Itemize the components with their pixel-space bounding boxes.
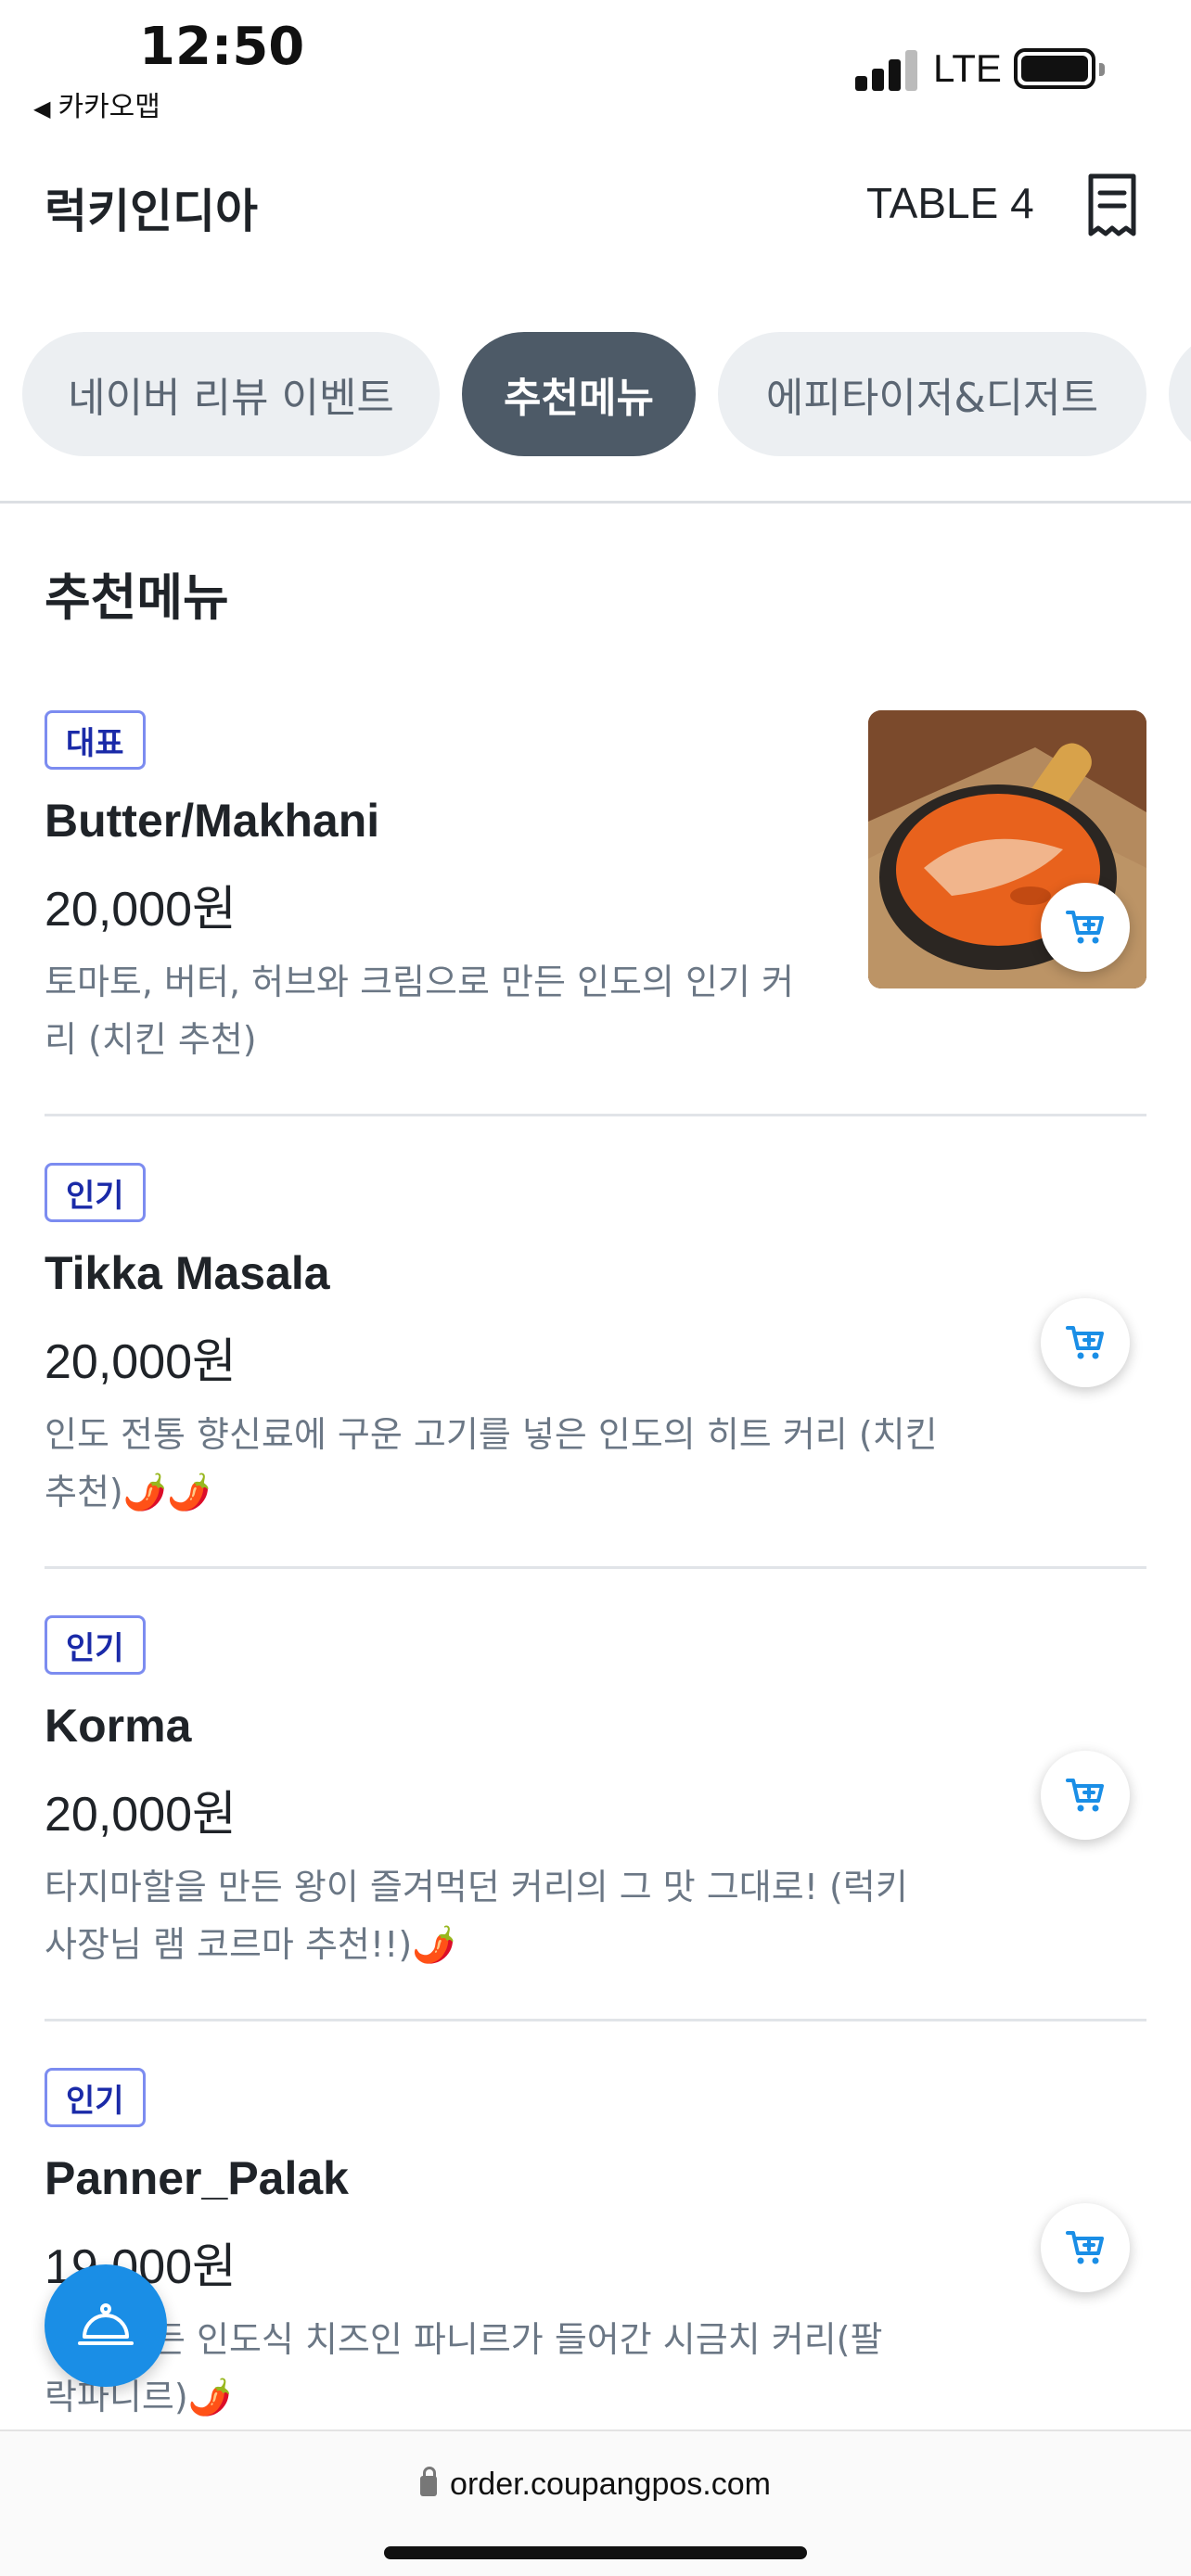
item-name: Panner_Palak	[45, 2152, 349, 2204]
item-name: Butter/Makhani	[45, 795, 380, 847]
lock-icon	[420, 2467, 438, 2496]
back-to-app-link[interactable]: ◀ 카카오맵	[33, 83, 160, 124]
item-price: 20,000원	[45, 1788, 237, 1842]
browser-address-bar[interactable]: order.coupangpos.com	[0, 2429, 1191, 2576]
add-to-cart-button[interactable]	[1041, 2203, 1130, 2292]
item-price: 20,000원	[45, 883, 237, 937]
receipt-icon[interactable]	[1083, 172, 1141, 239]
item-badge: 대표	[45, 710, 146, 770]
status-time: 12:50	[139, 17, 305, 77]
menu-item-butter-makhani[interactable]: 대표 Butter/Makhani 20,000원 토마토, 버터, 허브와 크…	[45, 710, 1146, 1116]
battery-icon	[1014, 48, 1105, 89]
tab-recommended[interactable]: 추천메뉴	[462, 332, 696, 456]
call-staff-button[interactable]	[45, 2264, 167, 2387]
item-name: Korma	[45, 1700, 192, 1752]
table-label: TABLE 4	[866, 179, 1034, 227]
menu-item-panner-palak[interactable]: 인기 Panner_Palak 19,000원 직접 만든 인도식 치즈인 파니…	[45, 2068, 1146, 2429]
item-description-line2: 리 (치킨 추천)	[45, 1019, 257, 1060]
add-to-cart-button[interactable]	[1041, 1298, 1130, 1387]
item-description-line2: 추천)🌶️🌶️	[45, 1472, 211, 1512]
item-badge: 인기	[45, 1615, 146, 1675]
item-description-line1: 타지마할을 만든 왕이 즐겨먹던 커리의 그 맛 그대로! (럭키	[45, 1867, 908, 1907]
store-name: 럭키인디아	[45, 185, 258, 238]
menu-item-tikka-masala[interactable]: 인기 Tikka Masala 20,000원 인도 전통 향신료에 구운 고기…	[45, 1163, 1146, 1569]
cart-plus-icon	[1066, 2231, 1104, 2264]
url-text: order.coupangpos.com	[450, 2467, 771, 2502]
item-name: Tikka Masala	[45, 1247, 330, 1299]
back-app-label: 카카오맵	[58, 91, 160, 123]
tab-naver-review-event[interactable]: 네이버 리뷰 이벤트	[22, 332, 440, 456]
food-image[interactable]	[868, 710, 1146, 988]
cart-plus-icon	[1066, 1779, 1104, 1812]
status-bar: 12:50 ◀ 카카오맵 LTE	[0, 0, 1191, 130]
tabs-divider	[0, 501, 1191, 504]
cart-plus-icon	[1066, 911, 1104, 944]
item-description-line1: 인도 전통 향신료에 구운 고기를 넣은 인도의 히트 커리 (치킨	[45, 1414, 938, 1455]
back-triangle-icon: ◀	[33, 96, 51, 121]
network-type: LTE	[933, 46, 1002, 90]
add-to-cart-button[interactable]	[1041, 1751, 1130, 1840]
item-description-line1: 토마토, 버터, 허브와 크림으로 만든 인도의 인기 커	[45, 962, 794, 1002]
tab-next-partial[interactable]	[1169, 332, 1191, 456]
item-badge: 인기	[45, 2068, 146, 2127]
cart-plus-icon	[1066, 1326, 1104, 1359]
home-indicator[interactable]	[384, 2546, 807, 2559]
add-to-cart-button[interactable]	[1041, 883, 1130, 972]
item-description-line1: 직접 만든 인도식 치즈인 파니르가 들어간 시금치 커리(팔	[45, 2319, 883, 2360]
item-price: 20,000원	[45, 1335, 237, 1389]
category-tabs: 네이버 리뷰 이벤트 추천메뉴 에피타이저&디저트	[0, 332, 1191, 456]
section-title: 추천메뉴	[45, 568, 229, 627]
app-header: 럭키인디아 TABLE 4	[0, 158, 1191, 260]
tab-appetizer-dessert[interactable]: 에피타이저&디저트	[718, 332, 1146, 456]
cellular-signal-icon	[855, 48, 920, 91]
item-description-line2: 사장님 램 코르마 추천!!)🌶️	[45, 1924, 456, 1965]
service-bell-icon	[78, 2303, 134, 2345]
item-badge: 인기	[45, 1163, 146, 1222]
menu-item-korma[interactable]: 인기 Korma 20,000원 타지마할을 만든 왕이 즐겨먹던 커리의 그 …	[45, 1615, 1146, 2021]
